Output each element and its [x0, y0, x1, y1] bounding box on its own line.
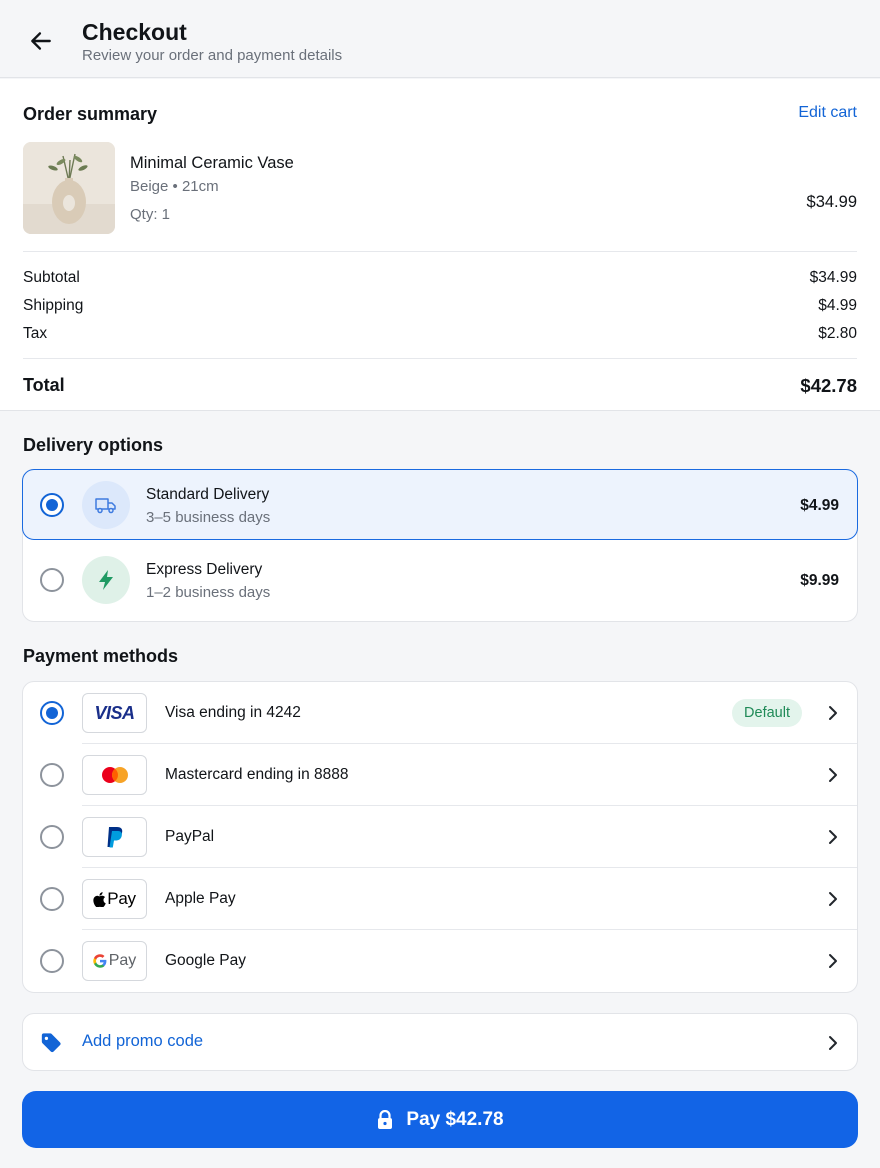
visa-name: Visa ending in 4242: [165, 704, 301, 721]
google-g-icon: [92, 954, 107, 968]
apple-pay-radio[interactable]: [40, 887, 64, 911]
product-thumbnail: [23, 142, 115, 234]
google-pay-name: Google Pay: [165, 952, 246, 969]
apple-pay-name: Apple Pay: [165, 890, 236, 907]
chevron-right-icon: [829, 1036, 837, 1050]
payment-method-paypal[interactable]: PayPal: [23, 806, 857, 868]
payment-method-google-pay[interactable]: Pay Google Pay: [23, 930, 857, 992]
total-value: $42.78: [800, 375, 857, 396]
apple-pay-logo-text: Pay: [107, 889, 136, 908]
chevron-right-icon: [829, 706, 837, 720]
product-price: $34.99: [806, 193, 857, 211]
payment-methods-card: VISA Visa ending in 4242 Default Masterc…: [22, 681, 858, 993]
payment-method-apple-pay[interactable]: Pay Apple Pay: [23, 868, 857, 930]
product-variant: Beige • 21cm: [130, 178, 219, 195]
payment-methods-title: Payment methods: [23, 646, 179, 666]
divider: [23, 358, 857, 359]
order-summary: Order summary Edit cart Minimal Ceramic …: [0, 79, 880, 411]
visa-radio[interactable]: [40, 701, 64, 725]
delivery-options-card: Standard Delivery 3–5 business days $4.9…: [22, 469, 858, 622]
subtotal-value: $34.99: [809, 269, 857, 286]
delivery-option-express[interactable]: Express Delivery 1–2 business days $9.99: [23, 541, 857, 622]
express-delivery-name: Express Delivery: [146, 561, 263, 578]
standard-delivery-time: 3–5 business days: [146, 509, 271, 526]
paypal-radio[interactable]: [40, 825, 64, 849]
edit-cart-link[interactable]: Edit cart: [798, 104, 857, 122]
mastercard-name: Mastercard ending in 8888: [165, 766, 349, 783]
chevron-right-icon: [829, 830, 837, 844]
back-button[interactable]: [24, 24, 58, 58]
standard-delivery-name: Standard Delivery: [146, 486, 270, 503]
payment-method-mastercard[interactable]: Mastercard ending in 8888: [23, 744, 857, 806]
google-pay-logo-icon: Pay: [82, 941, 147, 981]
tag-icon: [41, 1033, 61, 1053]
google-pay-logo-text: Pay: [108, 952, 137, 969]
page-title: Checkout: [82, 19, 187, 45]
add-promo-code-label: Add promo code: [82, 1032, 204, 1050]
standard-delivery-radio[interactable]: [40, 493, 64, 517]
mastercard-radio[interactable]: [40, 763, 64, 787]
visa-logo-icon: VISA: [82, 693, 147, 733]
total-label: Total: [23, 375, 65, 395]
apple-icon: [93, 891, 107, 907]
lock-icon: [378, 1109, 393, 1129]
shipping-label: Shipping: [23, 297, 84, 314]
tax-value: $2.80: [818, 325, 857, 342]
pay-button-label: Pay $42.78: [406, 1108, 504, 1130]
apple-pay-logo-icon: Pay: [82, 879, 147, 919]
shipping-value: $4.99: [818, 297, 857, 314]
divider: [23, 251, 857, 252]
tax-label: Tax: [23, 325, 48, 342]
lightning-icon: [82, 556, 130, 604]
chevron-right-icon: [829, 892, 837, 906]
express-delivery-time: 1–2 business days: [146, 584, 271, 601]
payment-method-visa[interactable]: VISA Visa ending in 4242 Default: [23, 682, 857, 744]
express-delivery-radio[interactable]: [40, 568, 64, 592]
google-pay-radio[interactable]: [40, 949, 64, 973]
mastercard-logo-icon: [82, 755, 147, 795]
truck-icon: [82, 481, 130, 529]
delivery-option-standard[interactable]: Standard Delivery 3–5 business days $4.9…: [22, 469, 858, 540]
delivery-options-title: Delivery options: [23, 435, 164, 455]
arrow-left-icon: [31, 32, 51, 50]
pay-button[interactable]: Pay $42.78: [22, 1091, 858, 1148]
standard-delivery-price: $4.99: [800, 497, 839, 514]
chevron-right-icon: [829, 768, 837, 782]
page-subtitle: Review your order and payment details: [82, 47, 343, 64]
product-name: Minimal Ceramic Vase: [130, 154, 294, 172]
promo-code-row[interactable]: Add promo code: [22, 1013, 858, 1071]
default-badge: Default: [732, 699, 802, 727]
subtotal-label: Subtotal: [23, 269, 80, 286]
order-summary-title: Order summary: [23, 104, 158, 124]
product-quantity: Qty: 1: [130, 206, 171, 223]
paypal-name: PayPal: [165, 828, 215, 845]
chevron-right-icon: [829, 954, 837, 968]
paypal-logo-icon: [82, 817, 147, 857]
visa-logo-text: VISA: [94, 702, 135, 723]
express-delivery-price: $9.99: [800, 572, 839, 589]
header: Checkout Review your order and payment d…: [0, 0, 880, 78]
